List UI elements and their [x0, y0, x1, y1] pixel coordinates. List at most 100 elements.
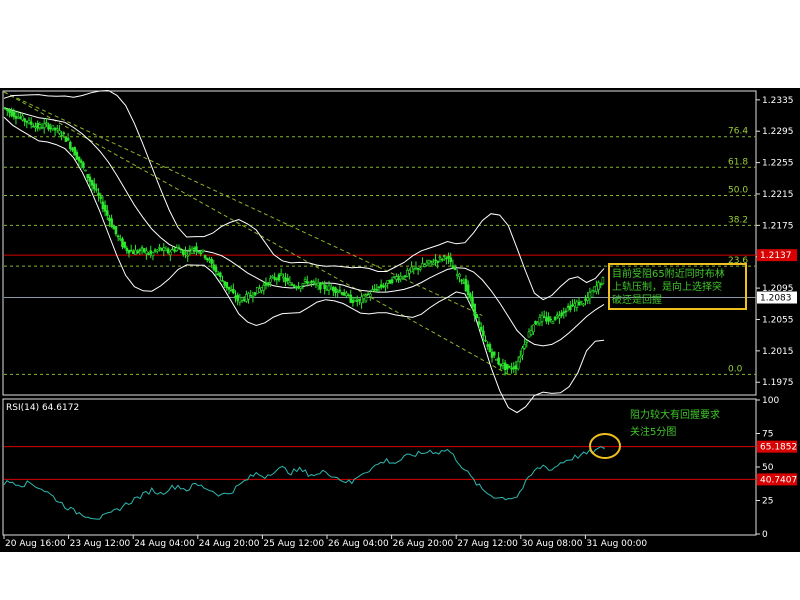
candle-body — [247, 293, 250, 300]
candle-body — [19, 116, 22, 119]
candle-body — [310, 280, 313, 283]
candle-body — [471, 296, 474, 307]
rsi-axis-label: 0 — [762, 530, 768, 540]
candle-body — [484, 339, 487, 342]
candle-body — [447, 255, 450, 259]
rsi-axis-label: 25 — [762, 497, 773, 507]
candle-body — [336, 291, 339, 293]
candle-body — [103, 204, 107, 212]
candle-body — [166, 248, 170, 254]
candle-body — [534, 320, 537, 325]
rsi-title: RSI(14) 64.6172 — [6, 403, 79, 413]
candle-body — [542, 316, 546, 318]
candle-body — [158, 247, 161, 249]
candle-body — [95, 188, 98, 191]
candle-body — [249, 295, 253, 297]
candle-body — [519, 355, 522, 359]
candle-body — [327, 285, 331, 291]
candle-body — [134, 249, 137, 255]
candle-body — [408, 269, 411, 274]
candle-body — [523, 344, 526, 349]
candle-body — [347, 294, 350, 297]
candle-body — [21, 115, 24, 121]
candle-body — [547, 316, 550, 322]
time-axis-label: 30 Aug 08:00 — [522, 539, 583, 549]
candle-body — [123, 241, 126, 248]
candle-body — [77, 156, 81, 162]
candle-body — [427, 259, 431, 264]
price-axis-label: 1.2335 — [762, 96, 794, 106]
price-axis-label: 1.2215 — [762, 190, 794, 200]
candle-body — [145, 250, 148, 255]
candle-body — [549, 318, 553, 321]
candle-body — [501, 363, 505, 366]
candle-body — [16, 116, 20, 119]
candle-body — [508, 366, 511, 368]
candle-body — [75, 151, 79, 160]
candle-body — [458, 273, 461, 278]
candle-body — [208, 259, 211, 261]
candle-body — [316, 282, 320, 286]
candle-body — [597, 282, 600, 291]
candle-body — [51, 125, 55, 130]
candle-body — [416, 268, 420, 270]
price-marker-label: 1.2083 — [760, 294, 792, 304]
candle-body — [538, 316, 542, 324]
candle-body — [92, 183, 96, 190]
candle-body — [140, 247, 144, 249]
candle-body — [321, 282, 324, 285]
candle-body — [586, 297, 589, 301]
rsi-level-label: 40.7407 — [760, 475, 797, 485]
candle-body — [358, 298, 361, 301]
candle-body — [590, 290, 594, 298]
candle-body — [453, 268, 457, 271]
rsi-annotation-text: 阻力较大有回握要求 — [630, 408, 720, 421]
candle-body — [288, 282, 292, 286]
candle-body — [571, 304, 574, 307]
candle-body — [279, 272, 283, 276]
candle-body — [527, 331, 531, 338]
candle-body — [392, 275, 396, 278]
candle-body — [469, 293, 472, 299]
candle-body — [121, 238, 124, 247]
candle-body — [47, 124, 50, 130]
candle-body — [455, 273, 459, 276]
time-axis-label: 31 Aug 00:00 — [586, 539, 647, 549]
candle-body — [419, 267, 422, 270]
candle-body — [512, 366, 516, 370]
candle-body — [197, 251, 200, 253]
candle-body — [451, 265, 455, 269]
candle-body — [423, 264, 426, 267]
candle-body — [282, 276, 285, 279]
candle-body — [97, 192, 100, 197]
price-marker-label: 1.2137 — [760, 251, 792, 261]
candle-body — [110, 218, 113, 228]
price-axis-label: 1.2175 — [762, 221, 794, 231]
candle-body — [210, 258, 213, 264]
candle-body — [575, 301, 579, 308]
chart-background — [0, 88, 800, 552]
candle-body — [601, 277, 605, 284]
candle-body — [473, 303, 476, 317]
candle-body — [275, 278, 279, 281]
candle-body — [351, 300, 355, 303]
candle-body — [334, 287, 337, 294]
candle-body — [599, 283, 603, 286]
candle-body — [101, 201, 105, 210]
candle-body — [55, 128, 59, 131]
candle-body — [342, 292, 346, 296]
candle-body — [38, 124, 42, 128]
candle-body — [232, 288, 235, 294]
candle-body — [105, 210, 109, 216]
candle-body — [99, 196, 103, 199]
candle-body — [445, 257, 448, 260]
candle-body — [14, 116, 18, 119]
candle-body — [214, 266, 218, 272]
candle-body — [253, 292, 257, 296]
time-axis-label: 24 Aug 04:00 — [134, 539, 195, 549]
candle-body — [449, 257, 453, 263]
candle-body — [516, 360, 520, 370]
candle-body — [42, 123, 46, 128]
candle-body — [169, 251, 172, 256]
candle-body — [384, 285, 387, 287]
